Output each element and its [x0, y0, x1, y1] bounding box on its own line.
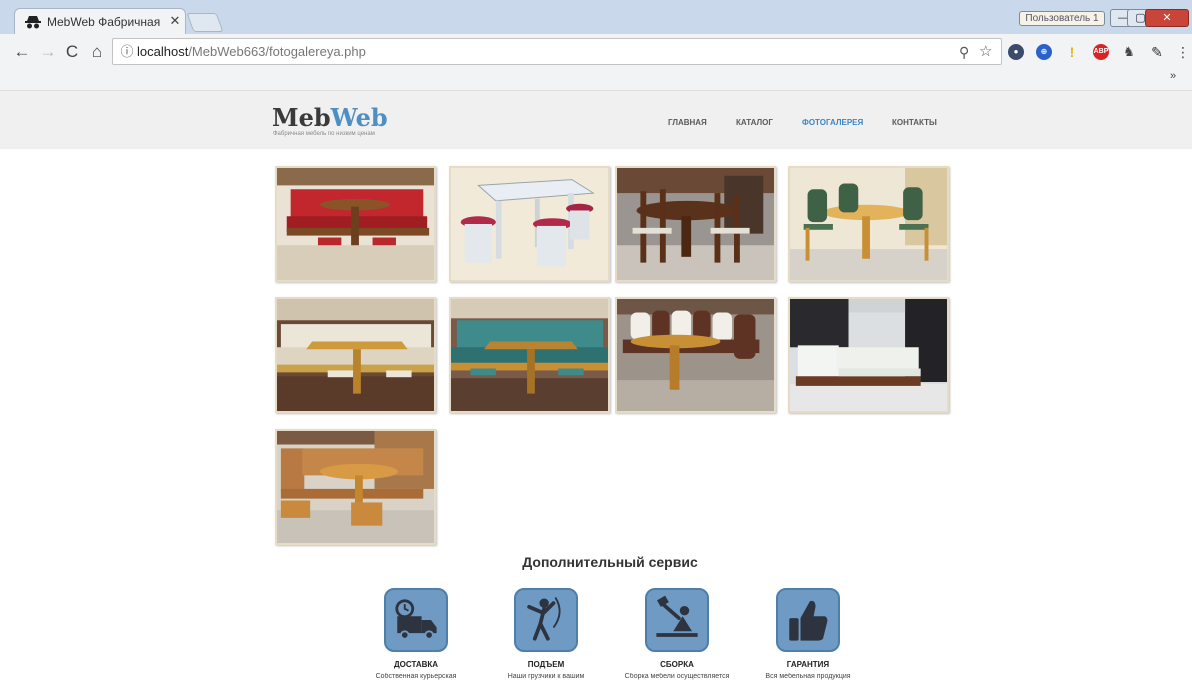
service-label-delivery: ДОСТАВКА: [393, 660, 439, 669]
extension-3-icon[interactable]: !: [1064, 44, 1080, 60]
gallery-photo-4[interactable]: [788, 166, 949, 282]
photo-red-sofa: [277, 168, 434, 280]
evernote-icon[interactable]: ♞: [1121, 44, 1137, 60]
new-tab-button[interactable]: [186, 13, 224, 32]
service-label-assembly: СБОРКА: [660, 660, 694, 669]
gallery-photo-9[interactable]: [275, 429, 436, 545]
window-close-button[interactable]: ✕: [1145, 9, 1189, 27]
photo-brown-white-sofa: [617, 299, 774, 411]
back-arrow-icon[interactable]: ←: [12, 42, 32, 62]
tab-strip: MebWeb Фабричная Ме ✕ Пользователь 1 — ▢…: [0, 0, 1192, 34]
service-title: Дополнительный сервис: [522, 554, 698, 570]
browser-menu-icon[interactable]: ⋮: [1176, 43, 1190, 61]
thumbs-up-icon[interactable]: [776, 588, 840, 652]
nav-catalog[interactable]: КАТАЛОГ: [736, 117, 773, 129]
tab-close-icon[interactable]: ✕: [168, 13, 182, 29]
photo-teal-sofa: [451, 299, 608, 411]
url-path: /MebWeb663/fotogalereya.php: [188, 44, 366, 59]
site-tagline: Фабричная мебель по низким ценам: [273, 131, 375, 137]
service-desc-warranty: Вся мебельная продукция: [765, 673, 851, 680]
photo-white-table: [451, 168, 608, 280]
extension-2-icon[interactable]: ⊕: [1036, 44, 1052, 60]
bookmarks-overflow-icon[interactable]: »: [1170, 70, 1184, 82]
service-desc-lifting: Наши грузчики к вашим: [507, 673, 585, 680]
forward-arrow-icon[interactable]: →: [38, 42, 58, 62]
browser-chrome: MebWeb Фабричная Ме ✕ Пользователь 1 — ▢…: [0, 0, 1192, 90]
browser-toolbar: ← → C ⌂ ⓘ localhost/MebWeb663/fotogalere…: [0, 34, 1192, 70]
gallery-photo-5[interactable]: [275, 297, 436, 413]
browser-tab[interactable]: MebWeb Фабричная Ме ✕: [14, 8, 186, 34]
incognito-icon: [25, 16, 41, 29]
site-logo[interactable]: MebWeb: [272, 105, 412, 131]
gallery-photo-8[interactable]: [788, 297, 949, 413]
photo-white-sofa-kitchen: [790, 299, 947, 411]
gallery-photo-6[interactable]: [449, 297, 610, 413]
bookmark-star-icon[interactable]: ☆: [979, 43, 997, 61]
pen-extension-icon[interactable]: ✎: [1149, 44, 1165, 60]
photo-light-wood-table: [790, 168, 947, 280]
nav-contacts[interactable]: КОНТАКТЫ: [892, 117, 937, 129]
tab-title: MebWeb Фабричная Ме: [47, 15, 161, 29]
site-info-icon[interactable]: ⓘ: [119, 44, 135, 60]
zoom-icon[interactable]: ⚲: [959, 43, 977, 61]
nav-gallery[interactable]: ФОТОГАЛЕРЕЯ: [802, 117, 863, 129]
extension-1-icon[interactable]: ●: [1008, 44, 1024, 60]
service-label-warranty: ГАРАНТИЯ: [786, 660, 830, 669]
nav-home[interactable]: ГЛАВНАЯ: [668, 117, 707, 129]
url-text[interactable]: localhost/MebWeb663/fotogalereya.php: [137, 44, 637, 60]
reload-icon[interactable]: C: [62, 42, 82, 62]
service-desc-assembly: Сборка мебели осуществляется: [624, 673, 730, 680]
home-icon[interactable]: ⌂: [87, 42, 107, 62]
service-label-lifting: ПОДЪЕМ: [527, 660, 565, 669]
url-host: localhost: [137, 44, 189, 59]
gallery-photo-7[interactable]: [615, 297, 776, 413]
photo-orange-sofa: [277, 431, 434, 543]
address-bar[interactable]: ⓘ localhost/MebWeb663/fotogalereya.php ⚲…: [112, 38, 1002, 65]
delivery-truck-icon[interactable]: [384, 588, 448, 652]
adblock-plus-icon[interactable]: ABP: [1093, 44, 1109, 60]
gallery-photo-1[interactable]: [275, 166, 436, 282]
photo-dark-wood-table: [617, 168, 774, 280]
site-header: MebWeb Фабричная мебель по низким ценам …: [0, 90, 1192, 149]
photo-beige-sofa: [277, 299, 434, 411]
gallery-photo-2[interactable]: [449, 166, 610, 282]
gallery-photo-3[interactable]: [615, 166, 776, 282]
assembly-worker-icon[interactable]: [645, 588, 709, 652]
lifting-mover-icon[interactable]: [514, 588, 578, 652]
service-desc-delivery: Собственная курьерская: [375, 673, 457, 680]
profile-button[interactable]: Пользователь 1: [1019, 11, 1105, 26]
